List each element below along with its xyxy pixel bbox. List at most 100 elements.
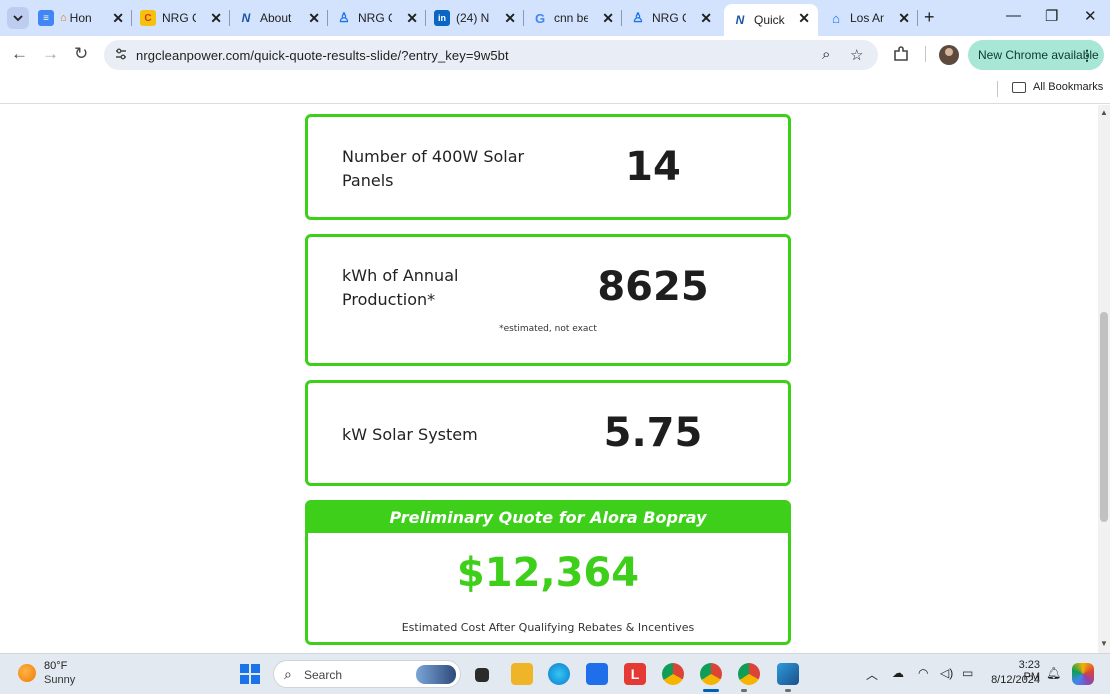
nrg-n-icon: N — [735, 13, 745, 27]
store-icon[interactable] — [586, 663, 608, 685]
folder-icon — [1012, 81, 1026, 93]
tab-separator — [131, 10, 132, 26]
tab-google-search[interactable]: G cnn bes ✕ — [532, 4, 622, 32]
chrome-update-button[interactable]: New Chrome available ⋮ — [968, 40, 1104, 70]
close-icon[interactable]: ✕ — [602, 10, 614, 26]
panels-value: 14 — [625, 144, 681, 190]
browser-toolbar: ← → ↻ nrgcleanpower.com/quick-quote-resu… — [0, 36, 1110, 74]
zillow-icon: ⌂ — [832, 10, 840, 26]
scroll-down-arrow-icon[interactable]: ▼ — [1100, 639, 1108, 648]
system-label: kW Solar System — [342, 425, 478, 444]
docs-icon: ≡ — [38, 10, 54, 26]
close-icon[interactable]: ✕ — [504, 10, 516, 26]
search-label: Search — [304, 668, 343, 682]
scrollbar-thumb[interactable] — [1100, 312, 1108, 522]
system-value: 5.75 — [603, 410, 703, 456]
close-icon[interactable]: ✕ — [210, 10, 222, 26]
url-text: nrgcleanpower.com/quick-quote-results-sl… — [136, 48, 509, 63]
extensions-icon[interactable] — [892, 45, 910, 63]
tab-title: (24) NR — [456, 11, 490, 25]
site-settings-icon[interactable] — [114, 47, 128, 61]
close-icon[interactable]: ✕ — [700, 10, 712, 26]
tab-separator — [523, 10, 524, 26]
minimize-button[interactable]: — — [1006, 7, 1021, 24]
weather-sun-icon[interactable] — [18, 664, 36, 682]
tab-zillow[interactable]: ⌂ Los Ang ✕ — [828, 4, 918, 32]
tab-quick-quote[interactable]: N Quick Q ✕ — [724, 4, 818, 36]
linkedin-icon: in — [434, 10, 450, 26]
close-icon[interactable]: ✕ — [798, 10, 810, 26]
l-app-icon[interactable]: L — [624, 663, 646, 685]
clock-date[interactable]: 8/12/2024 — [986, 674, 1040, 686]
tab-separator — [327, 10, 328, 26]
tab-home[interactable]: ≡ ⌂ Hon ✕ — [38, 4, 132, 32]
restore-button[interactable]: ❐ — [1045, 7, 1058, 25]
copilot-icon[interactable] — [1072, 663, 1094, 685]
close-icon[interactable]: ✕ — [406, 10, 418, 26]
tab-separator — [229, 10, 230, 26]
tab-nrg-clean-2[interactable]: ♙ NRG Cle ✕ — [336, 4, 426, 32]
all-bookmarks-button[interactable]: All Bookmarks — [1012, 81, 1103, 93]
zoom-icon[interactable]: ⌕ — [822, 46, 830, 63]
profile-avatar[interactable] — [939, 45, 959, 65]
nrg-n-icon: N — [241, 11, 251, 25]
new-tab-button[interactable]: + — [924, 8, 935, 26]
notification-bell-icon[interactable]: 🔔︎ — [1046, 666, 1061, 680]
task-view-icon[interactable] — [475, 668, 489, 682]
production-label: kWh of Annual Production* — [342, 266, 459, 309]
address-bar[interactable]: nrgcleanpower.com/quick-quote-results-sl… — [104, 40, 878, 70]
weather-condition[interactable]: Sunny — [44, 674, 75, 686]
tab-about-us[interactable]: N About U ✕ — [238, 4, 328, 32]
close-window-button[interactable]: ✕ — [1084, 7, 1097, 25]
person-icon: ♙ — [338, 10, 350, 25]
search-icon: ⌕ — [284, 666, 292, 682]
tab-title: About U — [260, 11, 294, 25]
windows-taskbar: 80°F Sunny ⌕ Search L ︿ ☁ ◠ ◁) ▭ 3:23 PM… — [0, 653, 1110, 694]
tab-title: cnn bes — [554, 11, 588, 25]
start-button[interactable] — [240, 664, 260, 684]
taskbar-search[interactable]: ⌕ Search — [273, 660, 461, 688]
onedrive-icon[interactable]: ☁ — [892, 666, 904, 680]
nrg-c-icon: C — [140, 10, 156, 26]
battery-icon[interactable]: ▭ — [962, 666, 973, 680]
production-card: kWh of Annual Production* 8625 *estimate… — [305, 234, 791, 366]
tab-title: NRG Cle — [652, 11, 686, 25]
tab-nrg-clean-3[interactable]: ♙ NRG Cle ✕ — [630, 4, 720, 32]
home-icon: ⌂ — [60, 12, 67, 24]
more-menu-icon[interactable]: ⋮ — [1080, 47, 1094, 64]
app-indicator — [741, 689, 747, 692]
chevron-up-icon[interactable]: ︿ — [866, 666, 878, 683]
quote-card: Preliminary Quote for Alora Bopray $12,3… — [305, 500, 791, 645]
quote-price: $12,364 — [456, 550, 640, 596]
tab-title: Quick Q — [754, 13, 788, 27]
page-viewport: Number of 400W Solar Panels 14 kWh of An… — [0, 105, 1098, 653]
chrome-profile-icon[interactable] — [738, 663, 760, 685]
photos-icon[interactable] — [777, 663, 799, 685]
tab-separator — [917, 10, 918, 26]
back-button[interactable]: ← — [11, 45, 28, 63]
close-icon[interactable]: ✕ — [112, 10, 124, 26]
close-icon[interactable]: ✕ — [898, 10, 910, 26]
chevron-down-icon — [13, 15, 23, 22]
production-value: 8625 — [597, 264, 709, 310]
tab-linkedin[interactable]: in (24) NR ✕ — [434, 4, 524, 32]
forward-button[interactable]: → — [42, 45, 59, 63]
reload-button[interactable]: ↻ — [74, 45, 88, 63]
tab-title: NRG Cle — [358, 11, 392, 25]
scroll-up-arrow-icon[interactable]: ▲ — [1100, 108, 1108, 117]
tab-nrg-clean-1[interactable]: C NRG Cle ✕ — [140, 4, 230, 32]
quote-header: Preliminary Quote for Alora Bopray — [308, 503, 788, 533]
file-explorer-icon[interactable] — [511, 663, 533, 685]
edge-icon[interactable] — [548, 663, 570, 685]
close-icon[interactable]: ✕ — [308, 10, 320, 26]
volume-icon[interactable]: ◁) — [940, 666, 953, 680]
bookmark-star-icon[interactable]: ☆ — [850, 46, 863, 64]
tab-search-button[interactable] — [7, 7, 29, 29]
chrome-profile-icon[interactable] — [700, 663, 722, 685]
panels-card: Number of 400W Solar Panels 14 — [305, 114, 791, 220]
wifi-icon[interactable]: ◠ — [918, 666, 928, 680]
page-scrollbar[interactable]: ▲ ▼ — [1098, 105, 1110, 653]
chrome-icon[interactable] — [662, 663, 684, 685]
weather-temp[interactable]: 80°F — [44, 660, 67, 672]
tab-separator — [621, 10, 622, 26]
